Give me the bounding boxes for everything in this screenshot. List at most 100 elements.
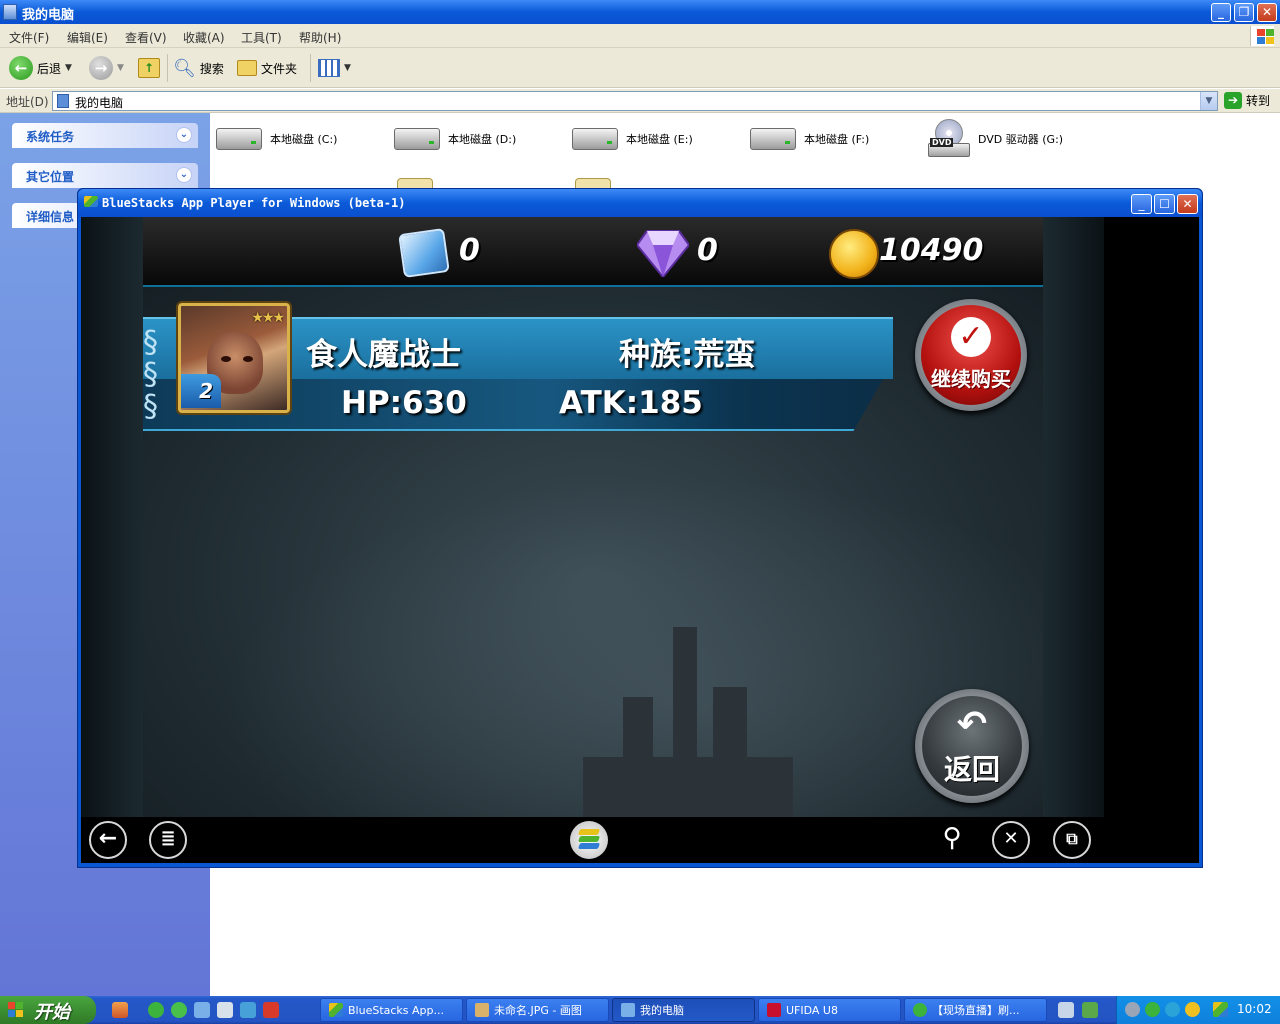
quicklaunch-app-icon[interactable] — [194, 1002, 210, 1018]
portrait-eye — [243, 356, 253, 362]
drive-e[interactable]: 本地磁盘 (E:) — [572, 116, 693, 162]
portrait-eye — [221, 356, 231, 362]
android-menu-icon[interactable]: ≣ — [149, 821, 187, 859]
keyboard-icon[interactable] — [1058, 1002, 1074, 1018]
drive-g-dvd[interactable]: DVD DVD 驱动器 (G:) — [928, 116, 1063, 162]
left-ornament — [81, 217, 143, 817]
taskbar-item-label: 未命名.JPG - 画图 — [494, 1004, 582, 1017]
checkmark-icon: ✓ — [951, 317, 991, 357]
bs-minimize-button[interactable]: _ — [1131, 194, 1152, 214]
search-button[interactable]: 🔍︎ 搜索 — [173, 56, 224, 80]
forward-dropdown-icon[interactable]: ▼ — [117, 63, 124, 73]
quicklaunch-app-icon[interactable] — [240, 1002, 256, 1018]
continue-buy-label: 继续购买 — [931, 367, 1011, 391]
up-folder-button[interactable]: ↑ — [138, 56, 160, 80]
menu-favorites[interactable]: 收藏(A) — [183, 29, 225, 46]
hard-drive-icon — [750, 128, 796, 150]
swirl-ornament-icon: § § § — [143, 325, 158, 424]
back-dropdown-icon[interactable]: ▼ — [65, 63, 72, 73]
dvd-drive-icon: DVD — [928, 119, 970, 159]
quicklaunch-app-icon[interactable] — [148, 1002, 164, 1018]
drive-c[interactable]: 本地磁盘 (C:) — [216, 116, 337, 162]
browser-icon — [913, 1003, 927, 1017]
window-resize-icon[interactable]: ⧉ — [1053, 821, 1091, 859]
right-ornament — [1043, 217, 1104, 817]
tray-app-icon[interactable] — [1145, 1002, 1160, 1017]
quicklaunch-app-icon[interactable] — [263, 1002, 279, 1018]
views-dropdown-icon[interactable]: ▼ — [344, 63, 351, 73]
forward-button[interactable]: → ▼ — [89, 56, 124, 80]
diamond-count: 0 — [697, 233, 718, 268]
restore-button[interactable]: ❐ — [1234, 3, 1254, 22]
back-button[interactable]: ← 后退 ▼ — [9, 56, 72, 80]
settings-tools-icon[interactable]: ✕ — [992, 821, 1030, 859]
ticket-count: 0 — [459, 233, 480, 268]
continue-buy-button[interactable]: ✓ 继续购买 — [915, 299, 1027, 411]
game-screen: 0 0 10490 § § § ★★★ 2 食人魔战士 种族:荒蛮 HP:630… — [81, 217, 1104, 817]
menu-file[interactable]: 文件(F) — [9, 29, 49, 46]
views-button[interactable]: ▼ — [318, 56, 351, 80]
bluestacks-home-icon[interactable] — [570, 821, 608, 859]
security-shield-icon[interactable] — [1165, 1002, 1180, 1017]
share-icon[interactable]: ⚲ — [933, 821, 971, 859]
quicklaunch-app-icon[interactable] — [217, 1002, 233, 1018]
taskbar-item-bluestacks[interactable]: BlueStacks App... — [320, 998, 463, 1022]
start-button[interactable]: 开始 — [0, 996, 96, 1024]
go-arrow-icon: ➔ — [1224, 92, 1242, 109]
menu-tools[interactable]: 工具(T) — [241, 29, 282, 46]
drive-label: 本地磁盘 (C:) — [270, 133, 338, 146]
chevron-double-down-icon[interactable]: ⌄ — [176, 167, 192, 183]
quicklaunch-app-icon[interactable] — [112, 1002, 128, 1018]
taskbar-item-paint[interactable]: 未命名.JPG - 画图 — [466, 998, 609, 1022]
menu-edit[interactable]: 编辑(E) — [67, 29, 108, 46]
diamond-icon — [637, 230, 689, 277]
address-dropdown-icon[interactable]: ▼ — [1200, 92, 1217, 110]
android-back-icon[interactable]: ← — [89, 821, 127, 859]
ufida-icon — [767, 1003, 781, 1017]
card-hp: HP:630 — [341, 385, 467, 421]
search-label: 搜索 — [199, 61, 224, 76]
minimize-button[interactable]: _ — [1211, 3, 1231, 22]
bluestacks-navbar: ← ≣ ⚲ ✕ ⧉ — [81, 817, 1104, 863]
menu-help[interactable]: 帮助(H) — [299, 29, 341, 46]
usb-icon[interactable] — [1082, 1002, 1098, 1018]
explorer-titlebar: 我的电脑 _ ❐ ✕ — [0, 0, 1280, 24]
return-button[interactable]: ↶ 返回 — [915, 689, 1029, 803]
level-badge: 2 — [181, 374, 221, 408]
card-info-banner: § § § ★★★ 2 食人魔战士 种族:荒蛮 HP:630 ATK:185 — [143, 303, 893, 431]
taskbar-item-ufida[interactable]: UFIDA U8 — [758, 998, 901, 1022]
drive-d[interactable]: 本地磁盘 (D:) — [394, 116, 516, 162]
bluestacks-logo-icon — [329, 1003, 343, 1017]
return-arrow-icon: ↶ — [956, 704, 988, 745]
windows-flag-icon — [8, 1002, 24, 1018]
hard-drive-icon — [394, 128, 440, 150]
address-input[interactable]: 我的电脑 ▼ — [52, 91, 1218, 111]
bluestacks-tray-icon[interactable] — [1213, 1002, 1228, 1017]
quicklaunch-app-icon[interactable] — [171, 1002, 187, 1018]
drive-f[interactable]: 本地磁盘 (F:) — [750, 116, 869, 162]
drive-label: 本地磁盘 (E:) — [626, 133, 693, 146]
task-group-system-tasks[interactable]: 系统任务 ⌄ — [12, 123, 198, 148]
bs-maximize-button[interactable]: ☐ — [1154, 194, 1175, 214]
back-label: 后退 — [37, 61, 62, 76]
drive-label: 本地磁盘 (D:) — [448, 133, 517, 146]
speaker-icon[interactable] — [1125, 1002, 1140, 1017]
card-portrait[interactable]: ★★★ 2 — [178, 303, 290, 413]
windows-logo-icon — [1250, 26, 1274, 46]
hard-drive-icon — [216, 128, 262, 150]
tray-app-icon[interactable] — [1185, 1002, 1200, 1017]
taskbar-item-browser[interactable]: 【现场直播】刷... — [904, 998, 1047, 1022]
close-button[interactable]: ✕ — [1257, 3, 1277, 22]
taskbar-item-my-computer[interactable]: 我的电脑 — [612, 998, 755, 1022]
chevron-double-down-icon[interactable]: ⌄ — [176, 127, 192, 143]
menu-view[interactable]: 查看(V) — [125, 29, 167, 46]
folders-button[interactable]: 文件夹 — [237, 56, 297, 80]
star-rating: ★★★ — [251, 310, 285, 326]
task-group-other-places[interactable]: 其它位置 ⌄ — [12, 163, 198, 188]
bs-close-button[interactable]: ✕ — [1177, 194, 1198, 214]
gold-count: 10490 — [879, 233, 984, 268]
go-button[interactable]: ➔ 转到 — [1224, 92, 1270, 109]
card-race: 种族:荒蛮 — [619, 337, 756, 373]
castle-silhouette — [583, 617, 793, 817]
system-tray: 10:02 — [1116, 996, 1280, 1024]
